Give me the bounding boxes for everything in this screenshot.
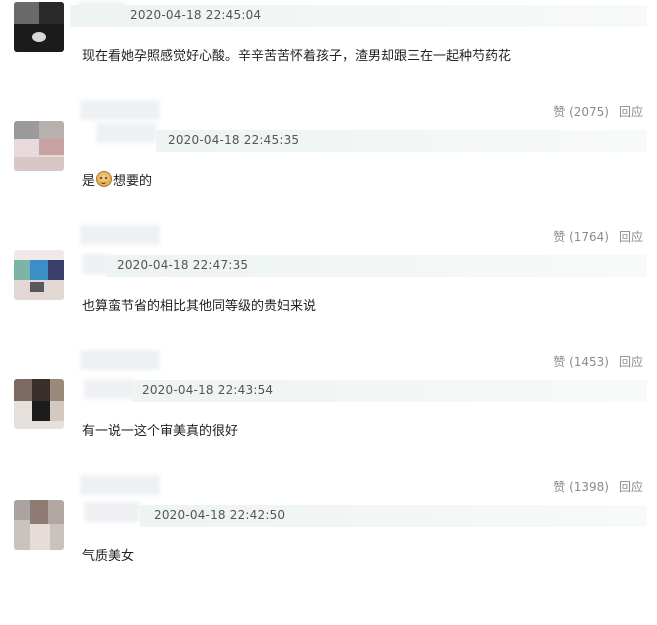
avatar[interactable] bbox=[14, 379, 64, 429]
comment-text: 现在看她孕照感觉好心酸。辛辛苦苦怀着孩子，渣男却跟三在一起种芍药花 bbox=[82, 49, 512, 64]
reply-button[interactable]: 回应 bbox=[619, 105, 643, 119]
avatar[interactable] bbox=[14, 121, 64, 171]
like-button[interactable]: 赞 (1398) bbox=[553, 480, 609, 494]
comment-actions: 赞 (1453) 回应 bbox=[553, 353, 643, 370]
comment-timestamp: 2020-04-18 22:45:04 bbox=[130, 8, 262, 22]
comment-timestamp: 2020-04-18 22:42:50 bbox=[154, 508, 286, 522]
username-blurred[interactable] bbox=[80, 225, 160, 245]
avatar[interactable] bbox=[14, 2, 64, 52]
comment-actions: 赞 (2075) 回应 bbox=[553, 103, 643, 120]
username-blurred[interactable] bbox=[80, 100, 160, 120]
comment-text: 也算蛮节省的相比其他同等级的贵妇来说 bbox=[82, 299, 317, 314]
like-button[interactable]: 赞 (1764) bbox=[553, 230, 609, 244]
comment-text: 是 想要的 bbox=[82, 170, 152, 189]
username-blurred[interactable] bbox=[84, 502, 140, 522]
comment-text: 有一说一这个审美真的很好 bbox=[82, 424, 239, 439]
comment-text: 气质美女 bbox=[82, 549, 135, 564]
username-blurred[interactable] bbox=[80, 350, 160, 370]
like-button[interactable]: 赞 (1453) bbox=[553, 355, 609, 369]
comment-text-after: 想要的 bbox=[113, 174, 153, 189]
like-button[interactable]: 赞 (2075) bbox=[553, 105, 609, 119]
comment-actions: 赞 (1764) 回应 bbox=[553, 228, 643, 245]
comment-timestamp: 2020-04-18 22:47:35 bbox=[117, 258, 249, 272]
comment-item: 2020-04-18 22:42:50 气质美女 bbox=[0, 475, 657, 625]
comment-actions: 赞 (1398) 回应 bbox=[553, 478, 643, 495]
avatar[interactable] bbox=[14, 250, 64, 300]
reply-button[interactable]: 回应 bbox=[619, 355, 643, 369]
username-blurred[interactable] bbox=[84, 379, 134, 399]
comment-timestamp: 2020-04-18 22:43:54 bbox=[142, 383, 274, 397]
comment-text-before: 是 bbox=[82, 174, 96, 189]
comment-timestamp: 2020-04-18 22:45:35 bbox=[168, 133, 300, 147]
reply-button[interactable]: 回应 bbox=[619, 230, 643, 244]
username-blurred[interactable] bbox=[80, 475, 160, 495]
reply-button[interactable]: 回应 bbox=[619, 480, 643, 494]
avatar[interactable] bbox=[14, 500, 64, 550]
smile-emoji-icon bbox=[96, 171, 113, 187]
username-blurred[interactable] bbox=[96, 123, 156, 143]
